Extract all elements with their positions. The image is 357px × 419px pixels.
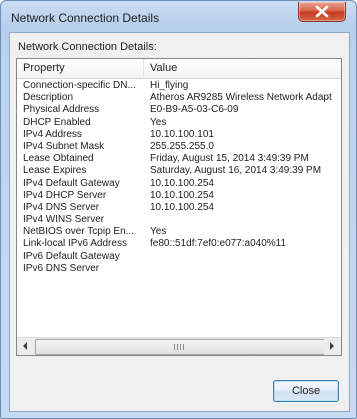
title-bar[interactable]: Network Connection Details xyxy=(1,1,356,33)
list-rows: Connection-specific DN... Hi_flying Descri… xyxy=(17,80,341,275)
scroll-right-button[interactable] xyxy=(324,338,341,355)
table-row[interactable]: IPv4 Subnet Mask 255.255.255.0 xyxy=(17,141,341,153)
property-cell: Link-local IPv6 Address xyxy=(23,238,127,250)
value-cell: Friday, August 15, 2014 3:49:39 PM xyxy=(150,153,309,165)
column-header-property[interactable]: Property xyxy=(23,62,65,74)
table-row[interactable]: Connection-specific DN... Hi_flying xyxy=(17,80,341,92)
close-icon xyxy=(315,5,329,18)
property-cell: IPv4 Address xyxy=(23,128,82,140)
property-cell: Physical Address xyxy=(23,104,100,116)
table-row[interactable]: Description Atheros AR9285 Wireless Netwo… xyxy=(17,92,341,104)
value-cell: 255.255.255.0 xyxy=(150,140,214,152)
table-row[interactable]: Lease Expires Saturday, August 16, 2014 3… xyxy=(17,165,341,177)
section-label: Network Connection Details: xyxy=(18,41,157,53)
property-cell: IPv4 DNS Server xyxy=(23,201,100,213)
scroll-thumb[interactable] xyxy=(35,339,325,355)
property-cell: IPv4 Subnet Mask xyxy=(23,140,105,152)
value-cell: 10.10.100.254 xyxy=(150,189,214,201)
arrow-left-icon xyxy=(23,342,27,350)
column-header-value[interactable]: Value xyxy=(150,62,177,74)
table-row[interactable]: NetBIOS over Tcpip En... Yes xyxy=(17,226,341,238)
dialog-body: Network Connection Details: Property Val… xyxy=(9,32,350,412)
scroll-left-button[interactable] xyxy=(17,338,34,355)
horizontal-scrollbar[interactable] xyxy=(17,337,341,355)
value-cell: 10.10.100.101 xyxy=(150,128,214,140)
table-row[interactable]: IPv4 WINS Server xyxy=(17,214,341,226)
value-cell: fe80::51df:7ef0:e077:a040%11 xyxy=(150,238,287,250)
close-button[interactable]: Close xyxy=(273,380,339,402)
table-row[interactable]: IPv4 Address 10.10.100.101 xyxy=(17,129,341,141)
value-cell: E0-B9-A5-03-C6-09 xyxy=(150,104,239,116)
table-row[interactable]: Physical Address E0-B9-A5-03-C6-09 xyxy=(17,104,341,116)
arrow-right-icon xyxy=(330,342,334,350)
property-cell: IPv4 Default Gateway xyxy=(23,177,120,189)
property-cell: IPv6 DNS Server xyxy=(23,262,100,274)
table-row[interactable]: Link-local IPv6 Address fe80::51df:7ef0:e… xyxy=(17,238,341,250)
property-cell: Description xyxy=(23,92,74,104)
value-cell: 10.10.100.254 xyxy=(150,177,214,189)
property-cell: NetBIOS over Tcpip En... xyxy=(23,226,134,238)
window-title: Network Connection Details xyxy=(11,11,160,25)
property-cell: IPv4 DHCP Server xyxy=(23,189,107,201)
value-cell: Yes xyxy=(150,116,167,128)
value-cell: Saturday, August 16, 2014 3:49:39 PM xyxy=(150,165,322,177)
value-cell: Atheros AR9285 Wireless Network Adapt xyxy=(150,92,332,104)
table-row[interactable]: IPv4 DHCP Server 10.10.100.254 xyxy=(17,190,341,202)
property-cell: IPv6 Default Gateway xyxy=(23,250,120,262)
property-cell: DHCP Enabled xyxy=(23,116,91,128)
table-row[interactable]: IPv4 Default Gateway 10.10.100.254 xyxy=(17,178,341,190)
property-cell: Lease Expires xyxy=(23,165,87,177)
value-cell: Hi_flying xyxy=(150,80,189,91)
table-row[interactable]: IPv6 DNS Server xyxy=(17,263,341,275)
column-divider[interactable] xyxy=(143,59,144,78)
property-cell: Lease Obtained xyxy=(23,153,94,165)
table-row[interactable]: IPv6 Default Gateway xyxy=(17,251,341,263)
table-row[interactable]: IPv4 DNS Server 10.10.100.254 xyxy=(17,202,341,214)
list-header: Property Value xyxy=(17,59,341,79)
property-cell: Connection-specific DN... xyxy=(23,80,136,91)
details-list[interactable]: Property Value Connection-specific DN...… xyxy=(16,58,342,356)
value-cell: 10.10.100.254 xyxy=(150,201,214,213)
dialog-window: Network Connection Details Network Conne… xyxy=(0,0,357,419)
table-row[interactable]: DHCP Enabled Yes xyxy=(17,117,341,129)
grip-icon xyxy=(174,344,186,350)
table-row[interactable]: Lease Obtained Friday, August 15, 2014 3:… xyxy=(17,153,341,165)
window-close-button[interactable] xyxy=(298,2,346,22)
value-cell: Yes xyxy=(150,226,167,238)
property-cell: IPv4 WINS Server xyxy=(23,214,105,226)
